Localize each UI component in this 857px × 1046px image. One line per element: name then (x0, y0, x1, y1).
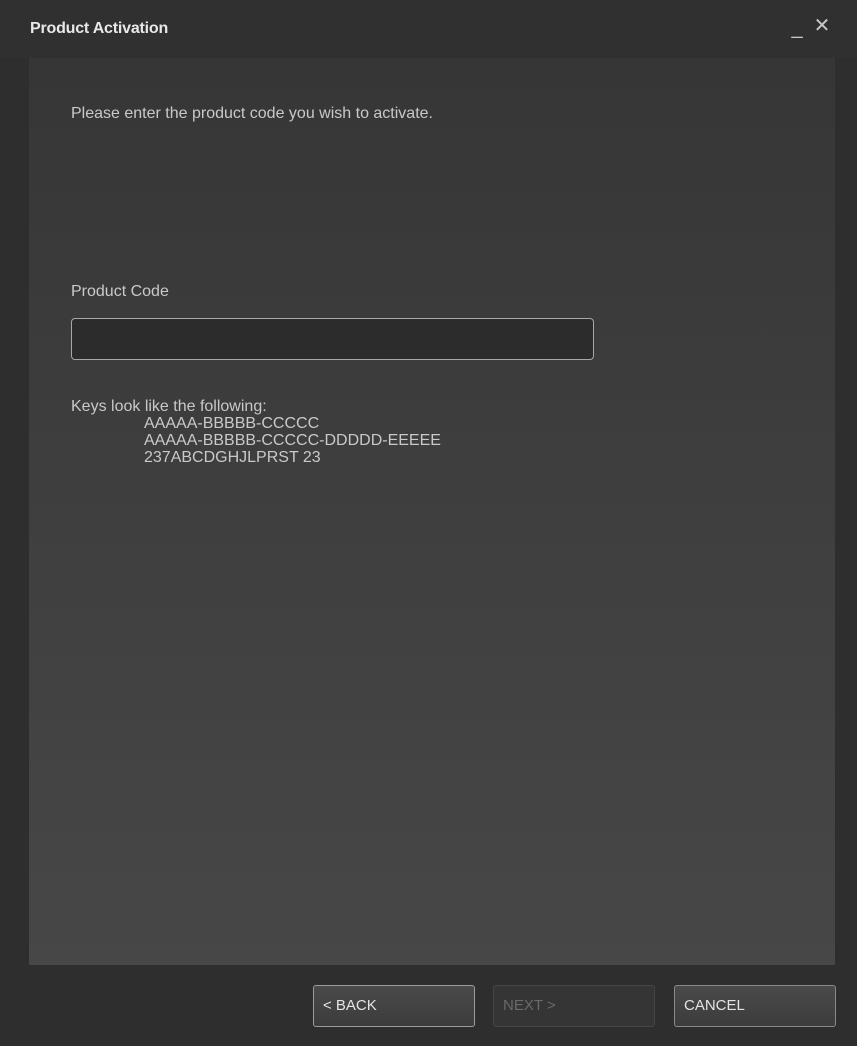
key-example: AAAAA-BBBBB-CCCCC (144, 415, 320, 432)
hint-heading: Keys look like the following: (71, 398, 267, 415)
product-activation-window: Product Activation _ ✕ Please enter the … (0, 0, 857, 1046)
close-icon[interactable]: ✕ (811, 14, 833, 38)
instruction-text: Please enter the product code you wish t… (71, 105, 433, 122)
key-format-examples: AAAAA-BBBBB-CCCCC AAAAA-BBBBB-CCCCC-DDDD… (71, 415, 441, 466)
next-button[interactable]: NEXT > (493, 985, 655, 1027)
window-title: Product Activation (30, 20, 169, 37)
back-button[interactable]: < BACK (313, 985, 475, 1027)
product-code-label: Product Code (71, 283, 169, 300)
title-bar[interactable]: Product Activation _ ✕ (0, 0, 857, 58)
key-format-hint: Keys look like the following: AAAAA-BBBB… (71, 398, 441, 466)
product-code-input[interactable] (71, 318, 594, 360)
key-example: 237ABCDGHJLPRST 23 (144, 449, 321, 466)
content-panel: Please enter the product code you wish t… (29, 58, 835, 965)
key-example: AAAAA-BBBBB-CCCCC-DDDDD-EEEEE (144, 432, 441, 449)
minimize-icon[interactable]: _ (786, 16, 808, 40)
cancel-button[interactable]: CANCEL (674, 985, 836, 1027)
